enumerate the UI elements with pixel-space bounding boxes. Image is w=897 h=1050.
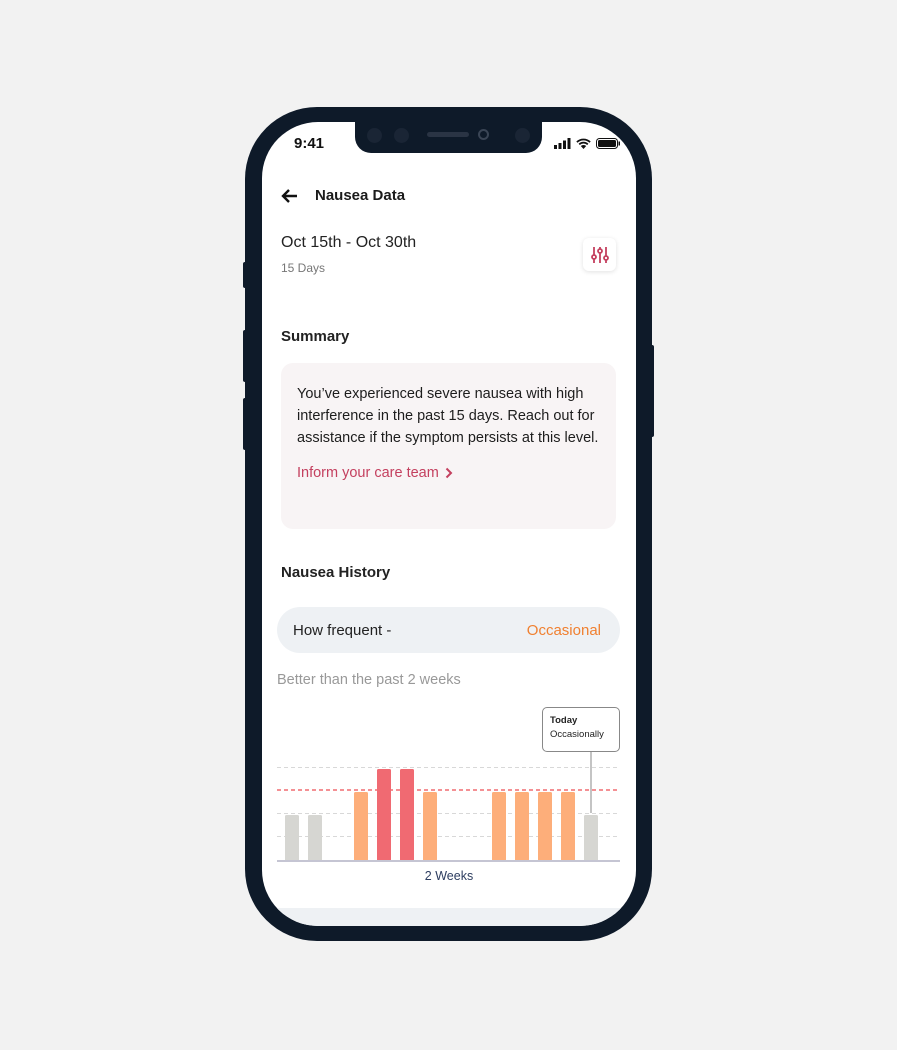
inform-care-team-link[interactable]: Inform your care team	[297, 465, 600, 481]
bar	[423, 792, 437, 861]
date-range: Oct 15th - Oct 30th	[281, 234, 417, 251]
bar	[538, 792, 552, 861]
volume-up-button	[243, 330, 247, 382]
history-heading: Nausea History	[281, 564, 391, 581]
status-time: 9:41	[294, 135, 325, 152]
bar	[492, 792, 506, 861]
arrow-left-icon	[281, 189, 297, 203]
summary-text: You’ve experienced severe nausea with hi…	[297, 386, 599, 446]
comparison-text: Better than the past 2 weeks	[277, 672, 461, 688]
power-button	[650, 345, 654, 437]
signal-icon	[554, 138, 571, 149]
bottom-bar	[262, 908, 636, 926]
chevron-right-icon	[445, 467, 453, 479]
summary-card: You’ve experienced severe nausea with hi…	[281, 363, 616, 529]
nausea-history-chart	[277, 752, 620, 862]
camera	[478, 129, 489, 140]
frequency-selector[interactable]: How frequent - Occasional	[277, 607, 620, 653]
volume-down-button	[243, 398, 247, 450]
today-tooltip: Today Occasionally	[542, 707, 620, 752]
days-count: 15 Days	[281, 261, 326, 275]
speaker	[427, 132, 469, 137]
x-axis-label: 2 Weeks	[424, 869, 474, 883]
bar	[285, 815, 299, 861]
mute-switch	[243, 262, 247, 288]
bar	[515, 792, 529, 861]
page-title: Nausea Data	[315, 187, 406, 204]
frequency-value: Occasional	[526, 621, 601, 639]
summary-heading: Summary	[281, 328, 350, 345]
tooltip-title: Today	[550, 715, 578, 726]
battery-icon	[596, 138, 620, 149]
notch	[355, 122, 542, 153]
frequency-label: How frequent -	[293, 621, 392, 639]
sliders-icon	[590, 246, 609, 263]
sensor	[367, 128, 382, 143]
link-label: Inform your care team	[297, 465, 439, 481]
screen: 9:41 Nausea Data Oct 15th - Oct 30th 15 …	[262, 122, 636, 926]
bar	[354, 792, 368, 861]
bar	[308, 815, 322, 861]
bar	[400, 769, 414, 861]
tooltip-value: Occasionally	[550, 729, 604, 740]
sensor	[515, 128, 530, 143]
filter-button[interactable]	[583, 238, 616, 271]
bar	[377, 769, 391, 861]
status-icons	[554, 138, 620, 149]
bar	[584, 815, 598, 861]
wifi-icon	[576, 138, 591, 149]
sensor	[394, 128, 409, 143]
bar	[561, 792, 575, 861]
back-button[interactable]	[280, 188, 298, 209]
